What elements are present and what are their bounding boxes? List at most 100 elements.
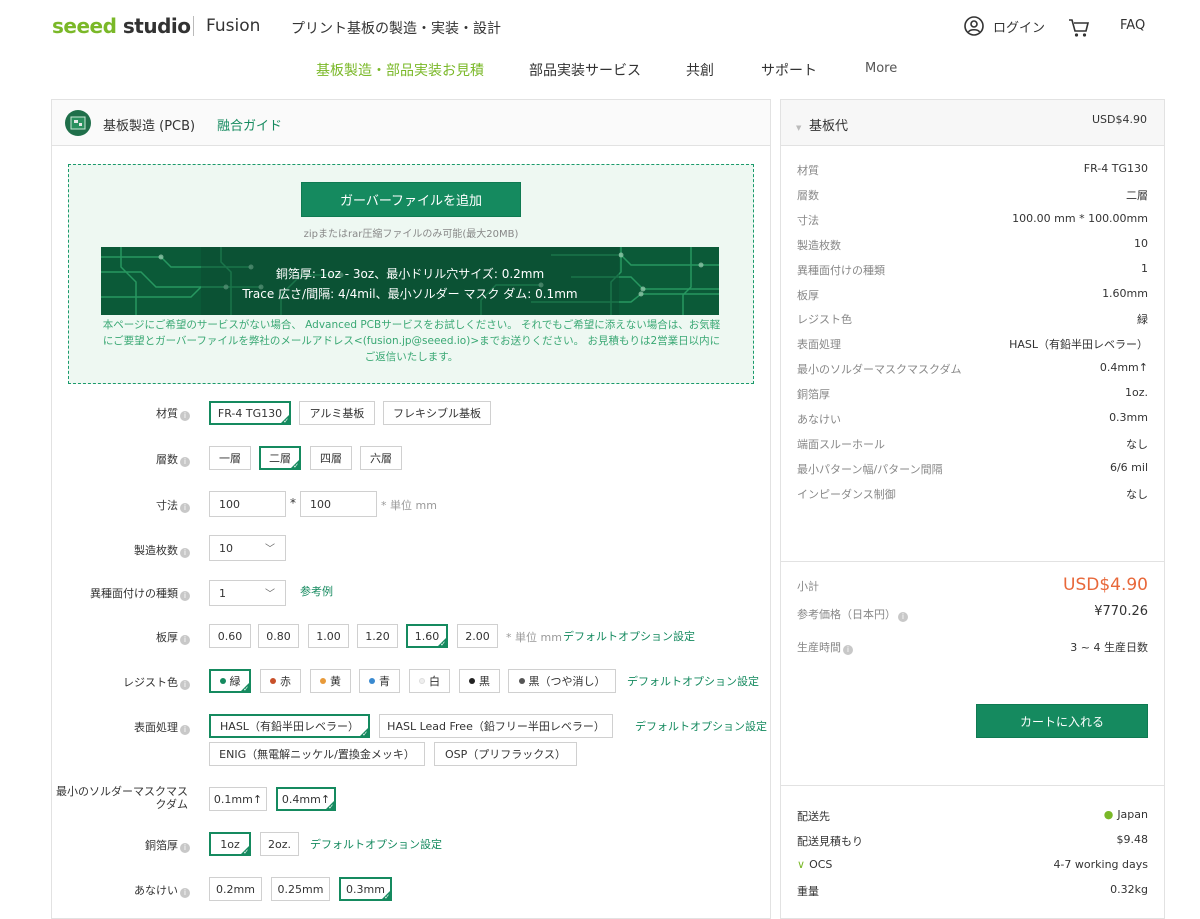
header-tagline: プリント基板の製造・実装・設計 bbox=[291, 21, 501, 37]
nav-item-support[interactable]: サポート bbox=[761, 60, 817, 80]
summary-divider bbox=[781, 561, 1164, 562]
summary-title-bar[interactable]: ▼ 基板代 USD$4.90 bbox=[781, 100, 1164, 146]
layers-2[interactable]: 二層 bbox=[259, 446, 301, 470]
blue-dot-icon bbox=[369, 678, 375, 684]
nav-item-assembly[interactable]: 部品実装サービス bbox=[529, 60, 641, 80]
nav-item-quote[interactable]: 基板製造・部品実装お見積 bbox=[316, 60, 484, 80]
info-icon: i bbox=[180, 888, 190, 898]
gerber-upload-area[interactable]: ガーバーファイルを追加 zipまたはrar圧縮ファイルのみ可能(最大20MB) … bbox=[68, 164, 754, 384]
mask-white[interactable]: 白 bbox=[409, 669, 450, 693]
hole-025[interactable]: 0.25mm bbox=[271, 877, 330, 901]
info-icon: i bbox=[843, 645, 853, 655]
dam-04[interactable]: 0.4mm↑ bbox=[276, 787, 336, 811]
thickness-label: 板厚 i bbox=[40, 629, 190, 645]
copper-2oz[interactable]: 2oz. bbox=[260, 832, 299, 856]
height-input[interactable]: 100 bbox=[300, 491, 377, 517]
pcb-board-icon bbox=[65, 110, 91, 136]
mask-matte-black[interactable]: 黒（つや消し） bbox=[508, 669, 616, 693]
layers-4[interactable]: 四層 bbox=[310, 446, 352, 470]
hole-label: あなけい i bbox=[40, 882, 190, 898]
hole-02[interactable]: 0.2mm bbox=[209, 877, 262, 901]
user-icon bbox=[964, 16, 984, 36]
material-label: 材質 i bbox=[40, 405, 190, 421]
finish-hasl-lead-free[interactable]: HASL Lead Free（鉛フリー半田レベラー） bbox=[379, 714, 613, 738]
add-gerber-button[interactable]: ガーバーファイルを追加 bbox=[301, 182, 521, 217]
qty-label: 製造枚数 i bbox=[40, 542, 190, 558]
info-icon: i bbox=[180, 548, 190, 558]
info-icon: i bbox=[180, 591, 190, 601]
size-unit: * 単位 mm bbox=[381, 499, 437, 512]
mask-black[interactable]: 黒 bbox=[459, 669, 500, 693]
thickness-default-link[interactable]: デフォルトオプション設定 bbox=[563, 628, 695, 644]
material-fr4[interactable]: FR-4 TG130 bbox=[209, 401, 291, 425]
fusion-brand[interactable]: Fusion bbox=[206, 16, 260, 36]
login-label: ログイン bbox=[993, 20, 1046, 36]
cart-icon bbox=[1069, 19, 1090, 37]
caret-down-icon: ▼ bbox=[796, 124, 802, 132]
layers-6[interactable]: 六層 bbox=[360, 446, 402, 470]
summary-title-price: USD$4.90 bbox=[1092, 113, 1147, 126]
qty-select[interactable]: 10 ﹀ bbox=[209, 535, 286, 561]
upload-hint: zipまたはrar圧縮ファイルのみ可能(最大20MB) bbox=[303, 229, 519, 240]
hole-03[interactable]: 0.3mm bbox=[339, 877, 392, 901]
green-dot-icon bbox=[219, 678, 226, 684]
yellow-dot-icon bbox=[320, 678, 326, 684]
finish-default-link[interactable]: デフォルトオプション設定 bbox=[635, 718, 767, 734]
info-icon: i bbox=[180, 843, 190, 853]
seeed-studio-logo[interactable]: seeed studio bbox=[52, 14, 191, 38]
mask-green[interactable]: 緑 bbox=[209, 669, 251, 693]
mask-blue[interactable]: 青 bbox=[359, 669, 400, 693]
thickness-100[interactable]: 1.00 bbox=[308, 624, 349, 648]
location-pin-icon: ● bbox=[1103, 808, 1114, 821]
finish-osp[interactable]: OSP（プリフラックス） bbox=[434, 742, 577, 766]
info-icon: i bbox=[180, 503, 190, 513]
subtotal-value: USD$4.90 bbox=[1063, 575, 1148, 595]
mask-red[interactable]: 赤 bbox=[260, 669, 301, 693]
layers-1[interactable]: 一層 bbox=[209, 446, 251, 470]
finish-hasl[interactable]: HASL（有鉛半田レベラー） bbox=[209, 714, 370, 738]
info-icon: i bbox=[180, 635, 190, 645]
dam-01[interactable]: 0.1mm↑ bbox=[209, 787, 267, 811]
nav-item-more[interactable]: More bbox=[865, 61, 897, 76]
thickness-080[interactable]: 0.80 bbox=[258, 624, 299, 648]
add-to-cart-button[interactable]: カートに入れる bbox=[976, 704, 1148, 738]
pcb-spec-banner: 銅箔厚: 1oz - 3oz、最小ドリル穴サイズ: 0.2mm Trace 広さ… bbox=[101, 247, 719, 315]
logo-studio: studio bbox=[122, 14, 191, 38]
finish-enig[interactable]: ENIG（無電解ニッケル/置換金メッキ） bbox=[209, 742, 425, 766]
size-separator: * bbox=[290, 496, 296, 510]
info-icon: i bbox=[180, 411, 190, 421]
form-title-bar: 基板製造 (PCB) 融合ガイド bbox=[52, 100, 770, 146]
chevron-down-icon: ∨ bbox=[797, 858, 806, 871]
summary-title: 基板代 bbox=[809, 119, 849, 134]
example-link[interactable]: 参考例 bbox=[300, 583, 333, 599]
material-flex[interactable]: フレキシブル基板 bbox=[383, 401, 491, 425]
faq-link[interactable]: FAQ bbox=[1120, 18, 1145, 33]
thickness-120[interactable]: 1.20 bbox=[357, 624, 398, 648]
material-aluminum[interactable]: アルミ基板 bbox=[299, 401, 375, 425]
chevron-down-icon: ﹀ bbox=[265, 544, 275, 555]
thickness-unit: * 単位 mm bbox=[506, 631, 562, 644]
chevron-down-icon: ﹀ bbox=[265, 589, 275, 600]
thickness-060[interactable]: 0.60 bbox=[209, 624, 251, 648]
site-header: seeed studio Fusion プリント基板の製造・実装・設計 ログイン… bbox=[0, 0, 1200, 52]
mask-yellow[interactable]: 黄 bbox=[310, 669, 351, 693]
designs-label: 異種面付けの種類 i bbox=[40, 585, 190, 601]
banner-line-2: Trace 広さ/間隔: 4/4mil、最小ソルダー マスク ダム: 0.1mm bbox=[242, 287, 578, 301]
thickness-200[interactable]: 2.00 bbox=[457, 624, 498, 648]
thickness-160[interactable]: 1.60 bbox=[406, 624, 448, 648]
width-input[interactable]: 100 bbox=[209, 491, 286, 517]
mask-label: レジスト色 i bbox=[40, 674, 190, 690]
cart-link[interactable] bbox=[1068, 18, 1090, 38]
designs-select[interactable]: 1 ﹀ bbox=[209, 580, 286, 606]
copper-1oz[interactable]: 1oz bbox=[209, 832, 251, 856]
nav-item-cocreate[interactable]: 共創 bbox=[686, 60, 714, 80]
login-link[interactable]: ログイン bbox=[964, 16, 1045, 36]
size-label: 寸法 i bbox=[40, 497, 190, 513]
finish-label: 表面処理 i bbox=[40, 719, 190, 735]
guide-link[interactable]: 融合ガイド bbox=[217, 115, 282, 134]
logo-divider bbox=[193, 16, 194, 36]
info-icon: i bbox=[180, 725, 190, 735]
info-icon: i bbox=[898, 612, 908, 622]
copper-default-link[interactable]: デフォルトオプション設定 bbox=[310, 836, 442, 852]
mask-default-link[interactable]: デフォルトオプション設定 bbox=[627, 673, 759, 689]
